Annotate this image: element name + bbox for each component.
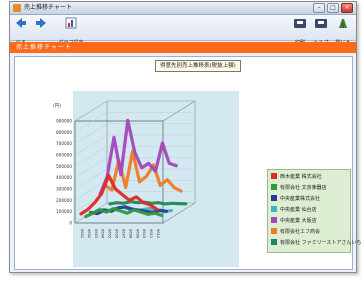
exit-button[interactable]: 閉じる <box>334 17 352 46</box>
legend-label: 有限会社 文京楽器店 <box>280 185 327 191</box>
y-tick-label: 700000 <box>56 141 72 146</box>
chart-legend: 西木産業 株式会社 有限会社 文京楽器店 中央産業株式会社 中央産業 仙台店 中央産業 … <box>267 169 361 253</box>
y-tick-label: 500000 <box>56 164 72 169</box>
help-button[interactable]: ヘルプ <box>312 17 330 46</box>
chart-panel: 得意先別売上推移表(税抜上額) 0 100000 200000 300000 40000… <box>14 56 361 270</box>
x-tick-label: 0604 <box>101 229 105 239</box>
x-tick-label: 0607 <box>121 229 125 238</box>
tab-sales-chart[interactable]: 売上推移チャート <box>16 43 72 52</box>
app-icon <box>13 4 21 12</box>
print-icon <box>294 19 306 28</box>
legend-item: 中央産業 仙台店 <box>271 206 317 214</box>
forward-button[interactable] <box>34 17 48 38</box>
legend-label: 西木産業 株式会社 <box>280 174 322 180</box>
x-tick-label: 0609 <box>135 229 139 239</box>
legend-label: 中央産業株式会社 <box>280 196 321 202</box>
legend-item: 有限会社 文京楽器店 <box>271 184 327 192</box>
legend-label: 有限会社 ファミリーストアさんいち <box>280 240 362 246</box>
x-tick-label: 0605 <box>108 229 112 238</box>
x-tick-label: 0608 <box>128 229 132 239</box>
legend-swatch <box>271 184 277 190</box>
legend-swatch <box>271 217 277 223</box>
window-title: 売上推移チャート <box>24 4 72 11</box>
legend-label: 中央産業 大阪店 <box>280 218 317 224</box>
x-tick-label: 0602 <box>87 229 91 238</box>
close-window-button[interactable]: × <box>341 3 353 13</box>
y-tick-label: 200000 <box>56 198 72 203</box>
chart-settings-button[interactable]: グラフ設定 <box>56 17 86 46</box>
y-tick-label: 300000 <box>56 187 72 192</box>
legend-swatch <box>271 228 277 234</box>
back-button[interactable]: 戻る <box>12 17 30 46</box>
x-tick-label: 0606 <box>115 229 119 239</box>
x-tick-label: 0603 <box>94 229 98 238</box>
legend-label: 中央産業 仙台店 <box>280 207 317 213</box>
minimize-button[interactable]: – <box>313 3 325 13</box>
x-tick-label: 0611 <box>149 229 153 238</box>
gridline-depth <box>74 146 108 167</box>
forward-arrow-icon <box>36 18 46 28</box>
y-tick-label: 800000 <box>56 130 72 135</box>
y-axis-label: (円) <box>53 103 61 109</box>
y-tick-label: 0 <box>69 221 72 226</box>
y-tick-label: 900000 <box>56 119 72 124</box>
x-tick-label: 0612 <box>156 229 160 238</box>
gridline-depth <box>74 134 108 156</box>
x-tick-label: 0601 <box>80 229 84 238</box>
legend-swatch <box>271 239 277 245</box>
app-window: 売上推移チャート – □ × 戻る グラフ設定 <box>9 1 361 273</box>
legend-label: 有限会社エフ商会 <box>280 229 321 235</box>
gridline-depth <box>74 100 108 122</box>
legend-item: 有限会社 ファミリーストアさんいち <box>271 239 361 247</box>
legend-item: 西木産業 株式会社 <box>271 173 322 181</box>
gridline-depth <box>74 112 108 133</box>
legend-swatch <box>271 173 277 179</box>
legend-item: 中央産業 大阪店 <box>271 217 317 225</box>
legend-swatch <box>271 195 277 201</box>
legend-swatch <box>271 206 277 212</box>
gridline-depth <box>74 123 108 144</box>
close-app-icon <box>339 19 347 28</box>
y-tick-label: 100000 <box>56 209 72 214</box>
y-tick-label: 400000 <box>56 175 72 180</box>
back-arrow-icon <box>16 18 26 28</box>
title-bar: 売上推移チャート – □ × <box>10 2 356 15</box>
toolbar: 戻る グラフ設定 印刷 <box>10 15 356 46</box>
print-button[interactable]: 印刷 <box>292 17 308 46</box>
maximize-button[interactable]: □ <box>327 3 339 13</box>
chart-settings-icon <box>65 17 77 29</box>
legend-item: 有限会社エフ商会 <box>271 228 320 236</box>
top-outline <box>74 100 197 122</box>
tab-bar: 売上推移チャート <box>10 42 356 53</box>
help-icon <box>315 19 327 28</box>
gridline-depth <box>74 157 108 178</box>
y-tick-label: 600000 <box>56 153 72 158</box>
x-tick-label: 0610 <box>142 229 146 239</box>
legend-item: 中央産業株式会社 <box>271 195 320 203</box>
